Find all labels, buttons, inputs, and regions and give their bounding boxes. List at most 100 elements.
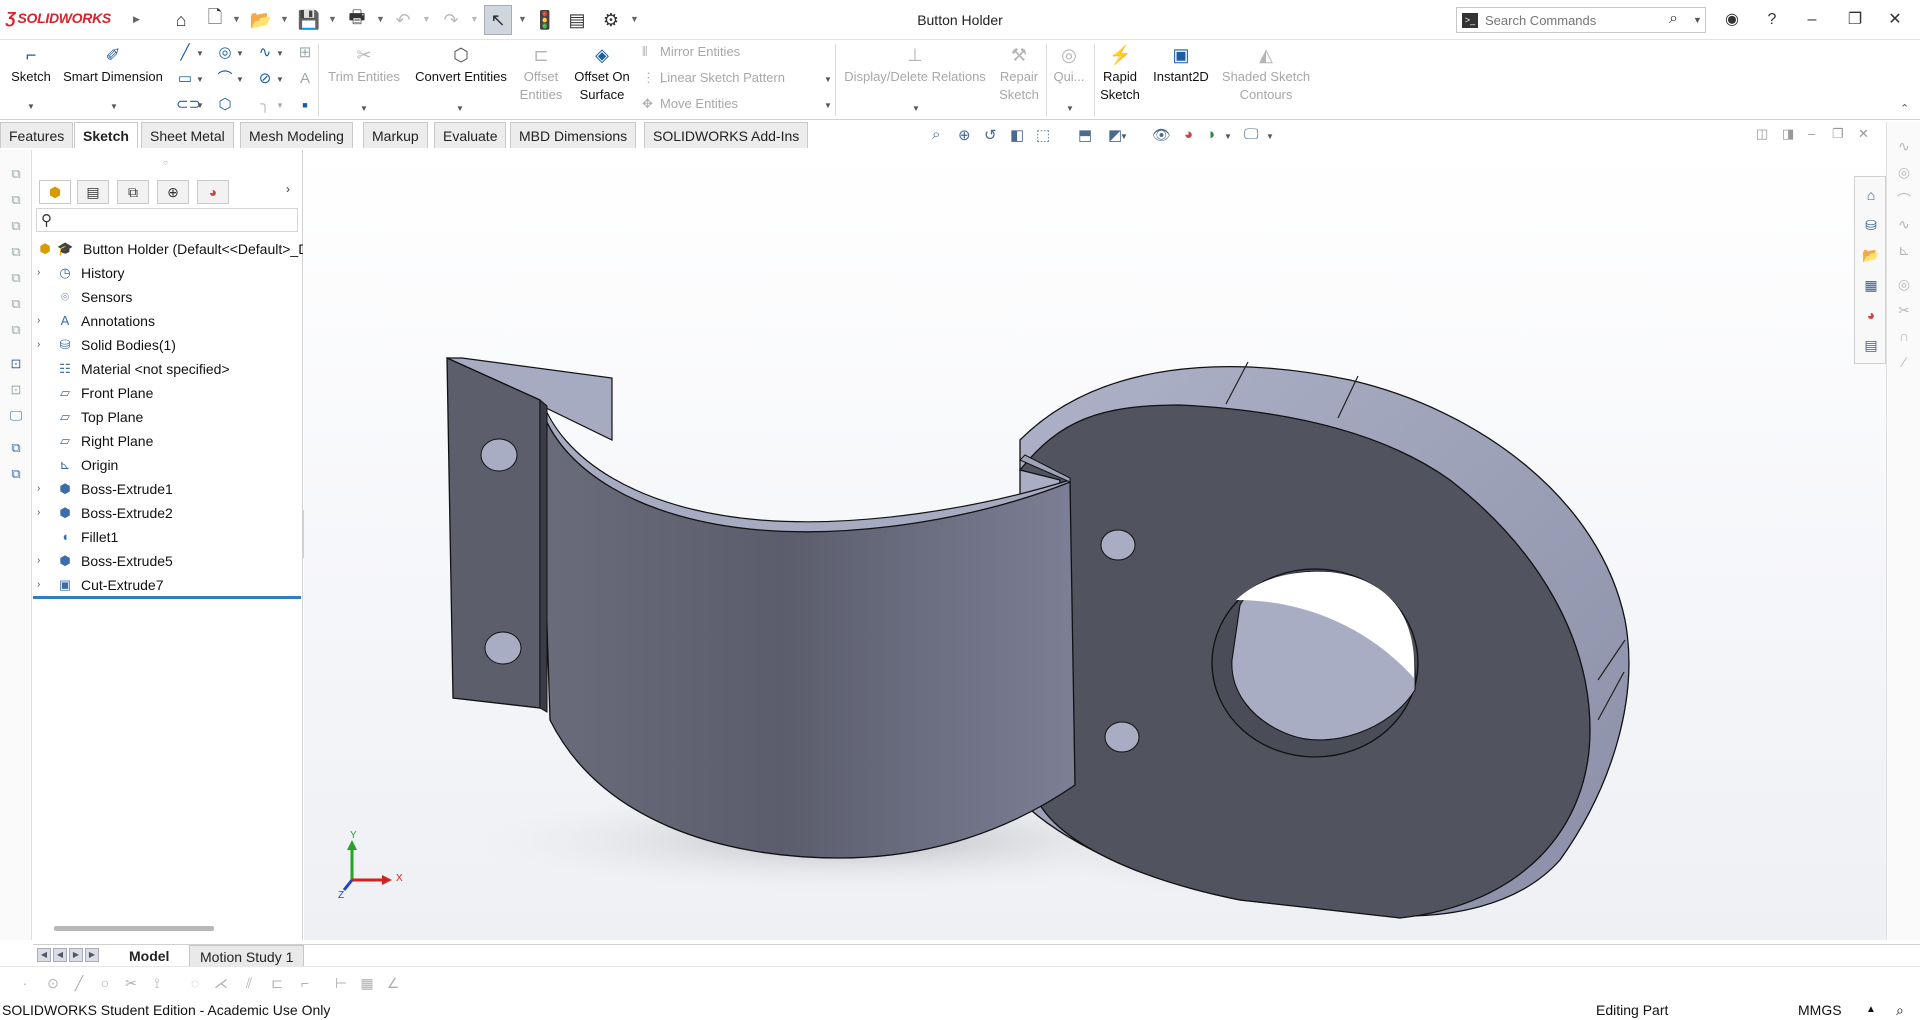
- fillet-sketch-dropdown-icon[interactable]: ▼: [276, 101, 284, 110]
- file-explorer-icon[interactable]: 📂: [1861, 245, 1881, 265]
- design-library-icon[interactable]: ⛁: [1861, 215, 1881, 235]
- select-pointer-icon[interactable]: ↖: [484, 5, 512, 35]
- sketch-button[interactable]: ⌐ Sketch: [8, 44, 54, 86]
- search-dropdown-icon[interactable]: ▼: [1693, 15, 1702, 25]
- expand-chevron-icon[interactable]: ›: [37, 550, 40, 572]
- search-commands-box[interactable]: >_ ⌕ ▼: [1456, 7, 1706, 33]
- property-manager-tab-icon[interactable]: ▤: [77, 180, 109, 204]
- graphics-area[interactable]: Y X Z: [304, 150, 1886, 940]
- view-settings-icon[interactable]: 🖵: [1244, 126, 1258, 143]
- close-window-icon[interactable]: ✕: [1883, 8, 1907, 32]
- model-tab[interactable]: Model: [119, 945, 180, 967]
- expand-chevron-icon[interactable]: ›: [37, 574, 40, 596]
- hide-show-items-icon[interactable]: 👁: [1152, 126, 1171, 144]
- rollback-bar[interactable]: [33, 596, 301, 599]
- linear-sketch-pattern-button[interactable]: ⋮⋮Linear Sketch Pattern: [642, 70, 785, 86]
- strip-tool-6-icon[interactable]: ⧉: [7, 296, 25, 314]
- rebuild-icon[interactable]: 🚦: [534, 9, 556, 31]
- zoom-to-fit-icon[interactable]: ⌕: [932, 126, 940, 143]
- solidworks-logo[interactable]: Ʒ SOLIDWORKS: [6, 10, 111, 28]
- panel-split-handle[interactable]: ○: [163, 158, 168, 167]
- spline-dropdown-icon[interactable]: ▼: [276, 49, 284, 58]
- ellipse-icon[interactable]: ⊘: [256, 70, 274, 88]
- open-dropdown-icon[interactable]: ▼: [280, 14, 289, 24]
- repair-sketch-button[interactable]: ⚒ Repair Sketch: [994, 44, 1044, 104]
- scene-dropdown-icon[interactable]: ▼: [1224, 132, 1232, 141]
- tree-filter-box[interactable]: ⚲: [36, 208, 298, 232]
- status-tags-icon[interactable]: ⌕: [1896, 1000, 1904, 1020]
- save-dropdown-icon[interactable]: ▼: [328, 14, 337, 24]
- new-document-icon[interactable]: 🗋: [204, 7, 226, 31]
- last-tab-arrow-icon[interactable]: ▶: [85, 948, 99, 962]
- right-tool-7-icon[interactable]: ✂: [1895, 302, 1913, 320]
- quick-snaps-button[interactable]: ◎ Qui...: [1048, 44, 1090, 86]
- print-dropdown-icon[interactable]: ▼: [376, 14, 385, 24]
- tab-sheet-metal[interactable]: Sheet Metal: [141, 122, 234, 148]
- smart-dimension-dropdown-icon[interactable]: ▼: [110, 102, 118, 111]
- relation-icon[interactable]: ⋌: [212, 975, 230, 993]
- expand-chevron-icon[interactable]: ›: [37, 502, 40, 524]
- edit-appearance-icon[interactable]: ◕: [1184, 126, 1193, 143]
- options-dropdown-icon[interactable]: ▼: [630, 14, 639, 24]
- quick-snaps-dropdown-icon[interactable]: ▼: [1066, 104, 1074, 113]
- section-view-icon[interactable]: ◧: [1010, 126, 1024, 144]
- expand-chevron-icon[interactable]: ›: [37, 334, 40, 356]
- redo-icon[interactable]: ↷: [440, 9, 462, 31]
- tab-sketch[interactable]: Sketch: [74, 122, 138, 148]
- circle-tool-icon[interactable]: ○: [96, 975, 114, 993]
- expand-chevron-icon[interactable]: ›: [37, 310, 40, 332]
- select-dropdown-icon[interactable]: ▼: [518, 14, 527, 24]
- slot-dropdown-icon[interactable]: ▼: [196, 101, 204, 110]
- strip-tool-2-icon[interactable]: ⧉: [7, 192, 25, 210]
- panel-more-tabs-icon[interactable]: ›: [286, 182, 290, 196]
- minimize-window-icon[interactable]: –: [1800, 8, 1824, 32]
- new-dropdown-icon[interactable]: ▼: [232, 14, 241, 24]
- rectangle-icon[interactable]: ▭: [176, 70, 194, 88]
- units-arrow-icon[interactable]: ▲: [1866, 1000, 1876, 1020]
- save-icon[interactable]: 💾: [298, 9, 320, 31]
- dimension-icon[interactable]: ⊢: [332, 975, 350, 993]
- perpendicular-icon[interactable]: ⊏: [268, 975, 286, 993]
- construction-icon[interactable]: ◌: [186, 975, 204, 993]
- tab-evaluate[interactable]: Evaluate: [434, 122, 507, 148]
- angle-icon[interactable]: ∠: [384, 975, 402, 993]
- offset-entities-button[interactable]: ⊏ Offset Entities: [514, 44, 568, 104]
- user-account-icon[interactable]: ◉: [1720, 8, 1744, 32]
- display-delete-relations-button[interactable]: ⊥ Display/Delete Relations: [840, 44, 990, 86]
- strip-tool-12-icon[interactable]: ⧉: [7, 466, 25, 484]
- tab-markup[interactable]: Markup: [363, 122, 428, 148]
- polygon-icon[interactable]: ⬡: [216, 96, 234, 114]
- right-tool-9-icon[interactable]: ⁄: [1895, 354, 1913, 372]
- options-gear-icon[interactable]: ⚙: [600, 9, 622, 31]
- right-tool-4-icon[interactable]: ∿: [1895, 216, 1913, 234]
- move-entities-button[interactable]: ✥ Move Entities: [642, 96, 738, 112]
- right-tool-6-icon[interactable]: ◎: [1895, 276, 1913, 294]
- fillet-sketch-icon[interactable]: ╮: [256, 96, 274, 114]
- trim-dropdown-icon[interactable]: ▼: [360, 104, 368, 113]
- right-tool-2-icon[interactable]: ◎: [1895, 164, 1913, 182]
- spline-icon[interactable]: ∿: [256, 44, 274, 62]
- tile-right-icon[interactable]: ◨: [1782, 126, 1794, 142]
- strip-tool-7-icon[interactable]: ⧉: [7, 322, 25, 340]
- tab-mbd-dimensions[interactable]: MBD Dimensions: [510, 122, 637, 148]
- configuration-manager-tab-icon[interactable]: ⧉: [117, 180, 149, 204]
- motion-study-tab[interactable]: Motion Study 1: [189, 945, 305, 967]
- feature-manager-tab-icon[interactable]: ⬢: [39, 180, 71, 204]
- smart-dimension-button[interactable]: ✐ Smart Dimension: [58, 44, 168, 86]
- search-commands-input[interactable]: [1485, 11, 1665, 29]
- tree-root-part[interactable]: ⬢ 🎓 Button Holder (Default<<Default>_Dis…: [33, 238, 303, 260]
- relations-dropdown-icon[interactable]: ▼: [912, 104, 920, 113]
- restore-window-icon[interactable]: ❐: [1843, 8, 1867, 32]
- apply-scene-icon[interactable]: ◑: [1206, 126, 1215, 143]
- next-tab-arrow-icon[interactable]: ▶: [69, 948, 83, 962]
- instant2d-button[interactable]: ▣ Instant2D: [1148, 44, 1214, 86]
- tree-horizontal-scrollbar[interactable]: [54, 926, 214, 931]
- strip-tool-8-icon[interactable]: ⊡: [7, 356, 25, 374]
- strip-tool-3-icon[interactable]: ⧉: [7, 218, 25, 236]
- point-icon[interactable]: ■: [296, 96, 314, 114]
- convert-entities-dropdown-icon[interactable]: ▼: [456, 104, 464, 113]
- center-point-icon[interactable]: ⊙: [44, 975, 62, 993]
- display-style-dropdown-icon[interactable]: ▼: [1120, 132, 1128, 141]
- dynamic-annotation-icon[interactable]: ⬚: [1036, 126, 1050, 144]
- arc-icon[interactable]: ⌒: [216, 70, 234, 88]
